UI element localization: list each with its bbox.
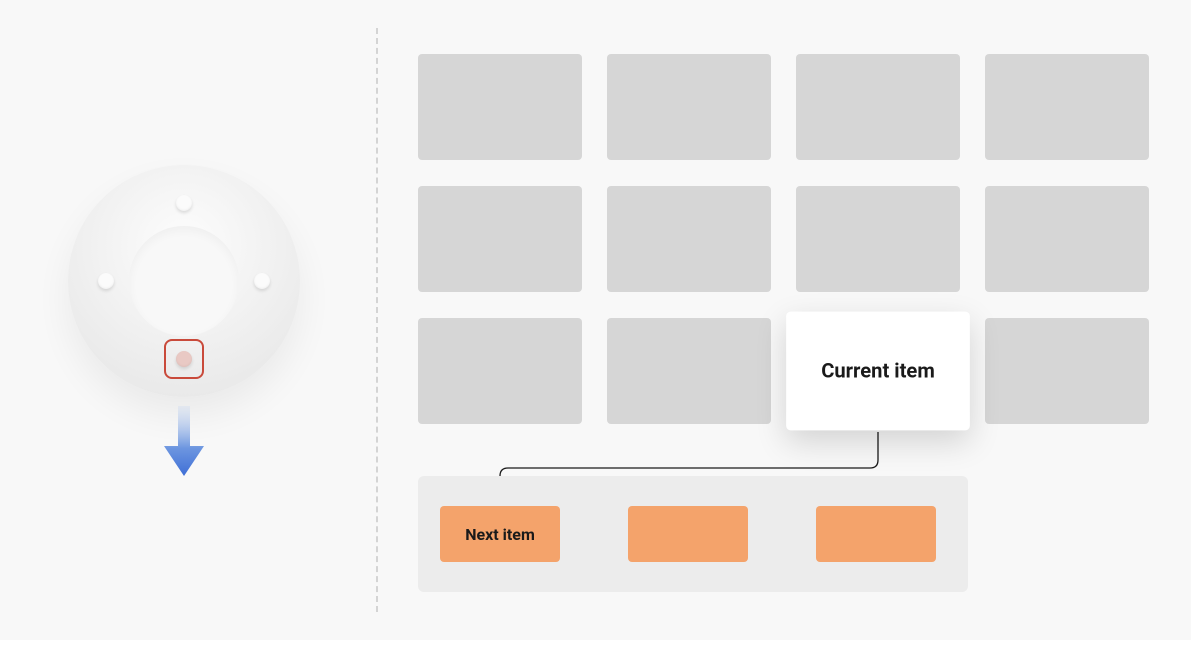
next-item-tile[interactable] [628,506,748,562]
dpad-down-button[interactable] [176,351,192,367]
grid-tile[interactable] [607,186,771,292]
dpad-up-button[interactable] [176,195,192,211]
grid-tile[interactable] [418,318,582,424]
grid-tile[interactable] [796,186,960,292]
grid-tile[interactable] [607,54,771,160]
grid-tile[interactable] [418,54,582,160]
dpad-right-button[interactable] [254,273,270,289]
current-item-label: Current item [821,359,935,383]
dpad-ring [68,165,300,397]
grid-tile[interactable] [985,186,1149,292]
next-item-label: Next item [465,525,535,544]
next-item-tile[interactable]: Next item [440,506,560,562]
diagram-viewport: Current item Next item [0,0,1191,640]
next-item-tile[interactable] [816,506,936,562]
current-item-tile[interactable]: Current item [786,312,970,431]
vertical-divider [376,28,378,612]
next-row-container: Next item [418,476,968,592]
grid-tile[interactable] [985,54,1149,160]
dpad-left-button[interactable] [98,273,114,289]
grid-tile[interactable] [607,318,771,424]
grid-tile[interactable] [985,318,1149,424]
grid-tile[interactable] [418,186,582,292]
arrow-down-icon [160,406,208,478]
dpad-control[interactable] [68,165,300,397]
dpad-center-hole [129,226,239,336]
grid-tile[interactable] [796,54,960,160]
content-grid: Current item [418,54,1150,424]
